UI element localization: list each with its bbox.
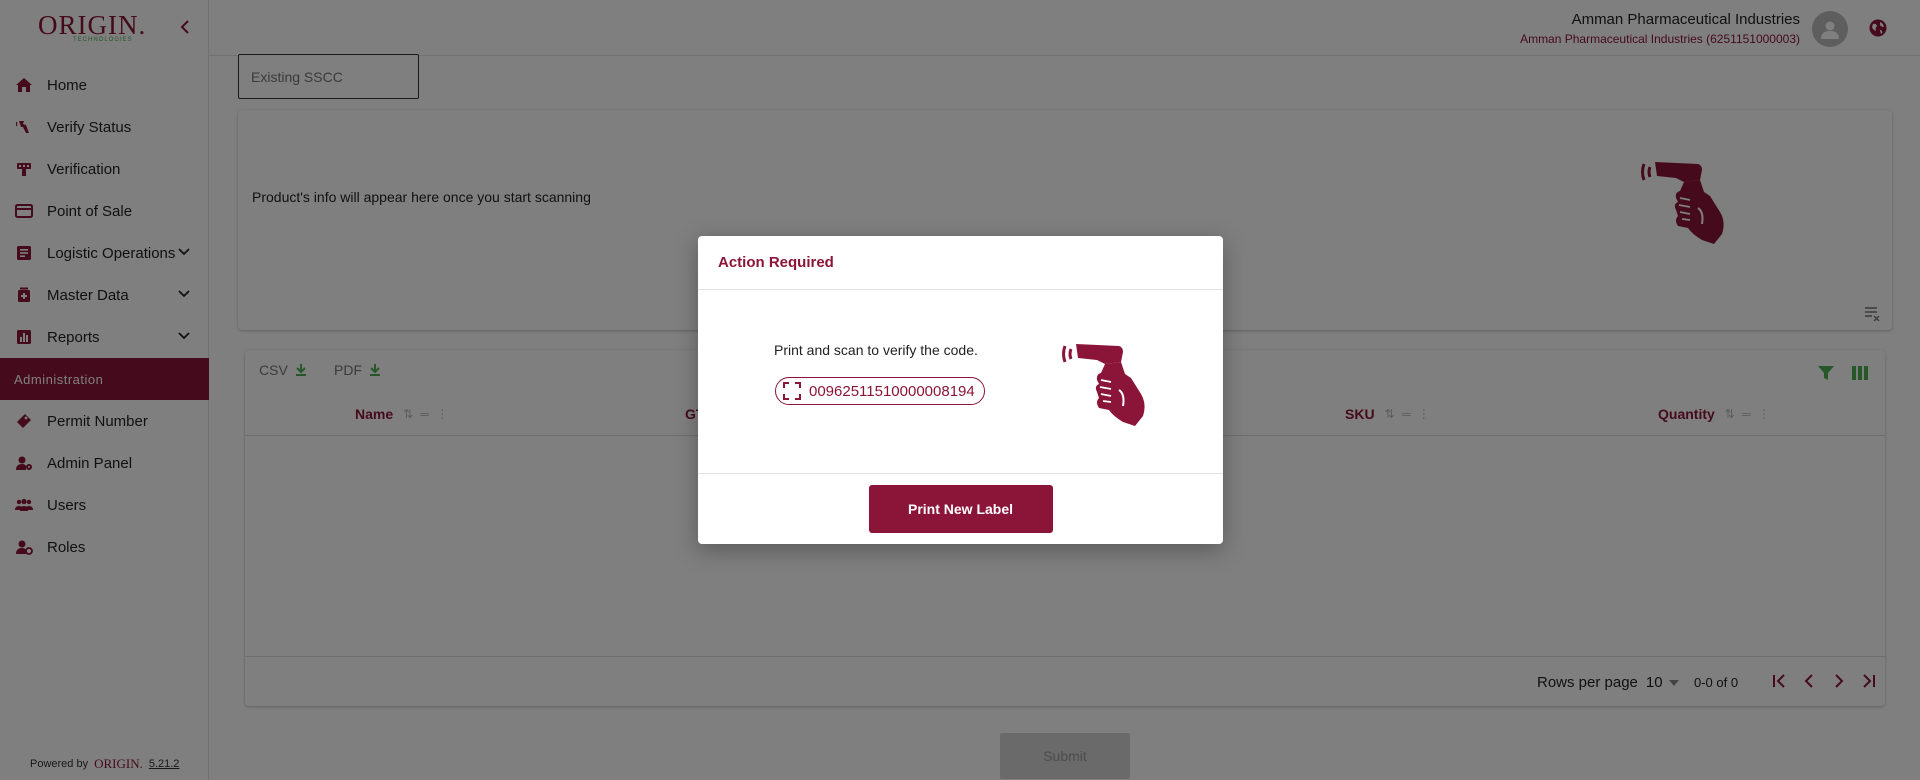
action-required-dialog: Action Required Print and scan to verify… bbox=[698, 236, 1223, 544]
dialog-header: Action Required bbox=[698, 236, 1223, 290]
dialog-body: Print and scan to verify the code. 00962… bbox=[698, 290, 1223, 474]
scan-frame-icon bbox=[783, 382, 801, 400]
dialog-footer: Print New Label bbox=[698, 474, 1223, 544]
barcode-scanner-icon bbox=[1062, 344, 1145, 426]
dialog-message: Print and scan to verify the code. bbox=[774, 342, 978, 358]
print-new-label-button[interactable]: Print New Label bbox=[868, 485, 1053, 533]
dialog-title: Action Required bbox=[718, 254, 834, 271]
code-value: 00962511510000008194 bbox=[809, 382, 975, 400]
code-chip[interactable]: 00962511510000008194 bbox=[775, 377, 985, 405]
